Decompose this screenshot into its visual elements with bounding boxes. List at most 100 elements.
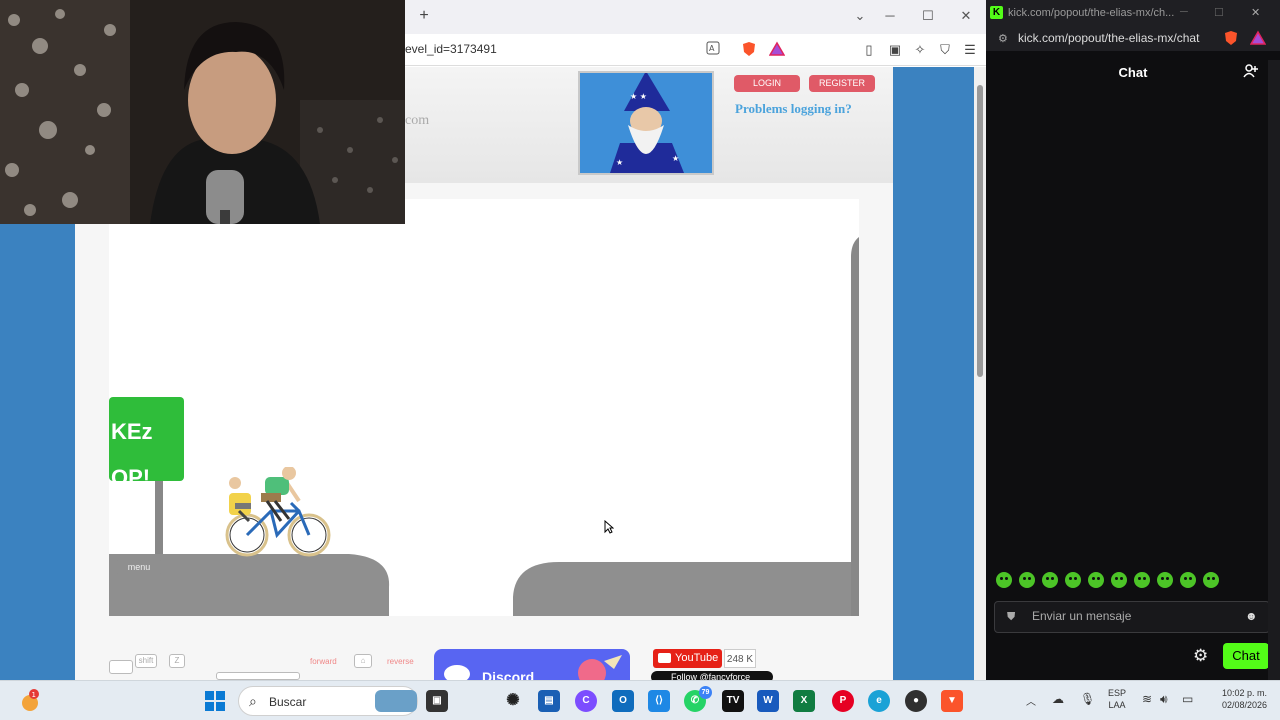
canva-icon[interactable]: C (575, 690, 597, 712)
emote-icon[interactable] (1157, 572, 1173, 588)
brave-rewards-icon[interactable] (768, 41, 786, 59)
twitter-follow-button[interactable]: Follow @fancyforce (651, 671, 773, 680)
emoji-picker-icon[interactable]: ☻ (1245, 609, 1258, 623)
emote-icon[interactable] (996, 572, 1012, 588)
volume-icon[interactable]: 🔊︎ (1160, 692, 1168, 707)
onedrive-icon[interactable]: ☁ (1052, 692, 1064, 706)
wifi-icon[interactable]: ≋ (1142, 692, 1152, 706)
emote-icon[interactable] (1019, 572, 1035, 588)
page-scrollbar-thumb[interactable] (977, 85, 983, 377)
register-button[interactable]: REGISTER (809, 75, 875, 92)
emote-bar[interactable] (996, 572, 1226, 592)
key-z: Z (169, 654, 185, 668)
ground-right (513, 562, 851, 616)
brave-shield-icon[interactable] (740, 41, 758, 59)
obs-icon[interactable]: ● (905, 690, 927, 712)
game-menu-button[interactable]: menu (117, 559, 161, 575)
sign-text-line2: OP! (111, 465, 150, 490)
emote-icon[interactable] (1088, 572, 1104, 588)
chat-close-button[interactable]: ✕ (1251, 6, 1260, 19)
task-view-icon[interactable]: ▣ (426, 690, 448, 712)
svg-text:★ ★: ★ ★ (630, 92, 647, 101)
discord-button[interactable]: Discord (434, 649, 630, 680)
chat-minimize-button[interactable]: ─ (1180, 6, 1188, 18)
site-settings-icon[interactable]: ⚙ (998, 32, 1008, 45)
translate-icon[interactable]: A (704, 41, 722, 59)
emote-icon[interactable] (1065, 572, 1081, 588)
system-clock[interactable]: 10:02 p. m. 02/08/2026 (1207, 687, 1267, 711)
layout-code: LAA (1108, 700, 1126, 710)
tradingview-icon[interactable]: TV (722, 690, 744, 712)
search-icon: ⌕ (249, 693, 257, 709)
outlook-icon[interactable]: O (612, 690, 634, 712)
login-button[interactable]: LOGIN (734, 75, 800, 92)
weather-widget-icon[interactable]: 1 (18, 689, 42, 713)
svg-text:★: ★ (672, 154, 679, 163)
key-outline (109, 660, 133, 674)
vscode-icon[interactable]: ⟨⟩ (648, 690, 670, 712)
vpn-shield-icon[interactable]: ⛉ (936, 41, 954, 59)
clock-time: 10:02 p. m. (1221, 688, 1267, 698)
chat-window-title: kick.com/popout/the-elias-mx/ch... (1008, 7, 1175, 19)
user-settings-icon[interactable] (1243, 64, 1259, 81)
forward-label: forward (310, 657, 337, 666)
game-canvas[interactable]: KEz OP! menu (109, 199, 859, 616)
chat-brave-shield-icon[interactable] (1223, 30, 1239, 51)
whatsapp-icon[interactable]: ✆ 79 (684, 686, 712, 712)
excel-icon[interactable]: X (793, 690, 815, 712)
language-indicator[interactable]: ESP LAA (1102, 687, 1132, 711)
game-scene: KEz OP! (109, 237, 859, 616)
store-icon[interactable]: ▤ (538, 690, 560, 712)
microphone-icon[interactable]: 🎙︎ (1080, 692, 1095, 706)
problems-logging-in-link[interactable]: Problems logging in? (735, 101, 852, 117)
maximize-button[interactable]: ☐ (916, 6, 940, 26)
chatgpt-icon[interactable]: ✺ (502, 690, 524, 712)
menu-hamburger-icon[interactable]: ☰ (961, 41, 979, 59)
youtube-subscribe-button[interactable]: YouTube (653, 649, 722, 668)
site-domain-text: com (405, 113, 430, 128)
leo-ai-icon[interactable]: ✧ (911, 41, 929, 59)
word-icon[interactable]: W (757, 690, 779, 712)
sign-post (155, 481, 163, 557)
chat-maximize-button[interactable]: ☐ (1214, 6, 1224, 19)
emote-icon[interactable] (1180, 572, 1196, 588)
chat-header-title: Chat (1118, 65, 1148, 80)
new-tab-button[interactable]: + (414, 6, 434, 26)
whatsapp-badge: 79 (699, 686, 712, 699)
language-code: ESP (1107, 688, 1126, 698)
battery-icon[interactable]: ▭ (1182, 692, 1193, 706)
youtube-icon (658, 653, 671, 663)
sidebar-icon[interactable]: ▯ (860, 41, 878, 59)
chat-send-button[interactable]: Chat (1223, 643, 1269, 669)
emote-icon[interactable] (1134, 572, 1150, 588)
chat-scrollbar[interactable] (1268, 60, 1280, 680)
emote-icon[interactable] (1203, 572, 1219, 588)
emote-icon[interactable] (1042, 572, 1058, 588)
brave-taskbar-icon[interactable]: ▼ (941, 690, 963, 712)
windows-start-icon[interactable] (205, 691, 225, 716)
key-space (216, 672, 300, 680)
taskbar-search-box[interactable]: ⌕ Buscar (238, 686, 418, 716)
chat-address-bar[interactable]: ⚙ kick.com/popout/the-elias-mx/chat (986, 27, 1280, 51)
url-text[interactable]: evel_id=3173491 (405, 42, 497, 56)
tab-search-chevron-icon[interactable]: ⌄ (848, 6, 872, 26)
wallet-icon[interactable]: ▣ (886, 41, 904, 59)
chat-message-input[interactable]: ⛊ Enviar un mensaje ☻ (994, 601, 1270, 633)
chat-input-placeholder: Enviar un mensaje (1032, 609, 1132, 623)
svg-text:★: ★ (616, 158, 623, 167)
minimize-button[interactable]: ─ (878, 6, 902, 26)
discord-icon (444, 665, 470, 680)
chat-settings-gear-icon[interactable]: ⚙ (1193, 646, 1208, 666)
tray-overflow-chevron-icon[interactable]: ︿ (1026, 693, 1036, 708)
search-label: Buscar (269, 695, 307, 709)
chat-url-text[interactable]: kick.com/popout/the-elias-mx/chat (1018, 31, 1199, 45)
chat-titlebar: K kick.com/popout/the-elias-mx/ch... ─ ☐… (986, 0, 1280, 27)
wizard-avatar-image: ★ ★ ★ ★ (578, 71, 714, 175)
emote-icon[interactable] (1111, 572, 1127, 588)
edge-icon[interactable]: e (868, 690, 890, 712)
reverse-label: reverse (387, 657, 414, 666)
sign-text-line1: KEz (111, 419, 153, 444)
pinterest-icon[interactable]: P (832, 690, 854, 712)
close-button[interactable]: ✕ (954, 6, 978, 26)
chat-brave-rewards-icon[interactable] (1249, 30, 1267, 51)
